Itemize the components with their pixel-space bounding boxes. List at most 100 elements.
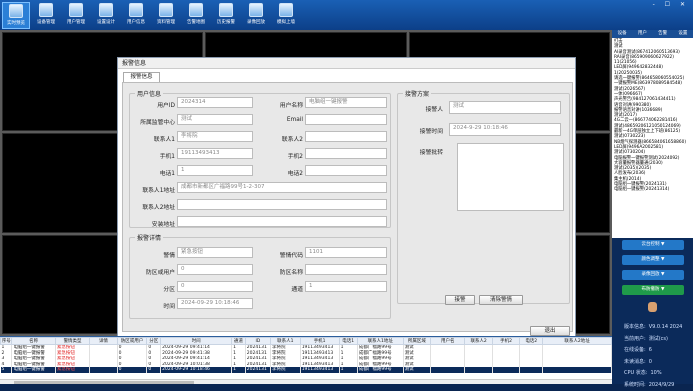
horizontal-scrollbar[interactable] <box>0 379 612 384</box>
user-id-label: 用户ID <box>133 100 175 109</box>
column-header[interactable]: 联系人1 <box>270 338 300 345</box>
tab-device[interactable]: 设备 <box>612 30 632 38</box>
center-label: 所属监管中心 <box>125 117 175 126</box>
toolbar-item-5[interactable]: 资料管理 <box>152 2 180 29</box>
sysinfo-label: 系统时间: <box>624 382 646 388</box>
column-header[interactable]: 联系人1地址 <box>357 338 403 345</box>
sysinfo-label: 未读消息: <box>624 359 646 365</box>
tab-alarm-info[interactable]: 报警信息 <box>123 72 160 82</box>
zone-name-field[interactable] <box>305 264 387 275</box>
toolbar-item-label: 用户信息 <box>127 20 145 25</box>
phone1-field[interactable]: 1 <box>177 165 253 176</box>
table-cell: 0 <box>147 367 161 373</box>
install-field[interactable] <box>177 216 387 227</box>
column-header[interactable]: 联系人2 <box>465 338 492 345</box>
toolbar-item-2[interactable]: 用户管理 <box>62 2 90 29</box>
addr2-field[interactable] <box>177 199 387 210</box>
column-header[interactable]: 所属区域 <box>403 338 430 345</box>
sysinfo-label: 版本信息: <box>624 324 646 330</box>
toolbar-item-6[interactable]: 告警地图 <box>182 2 210 29</box>
table-cell: 1 <box>232 367 246 373</box>
phone2-field[interactable] <box>305 165 387 176</box>
column-header[interactable]: ID <box>245 338 270 345</box>
handle-time-field[interactable]: 2024-9-29 10:18:46 <box>449 123 561 136</box>
accept-alarm-button[interactable]: 接警 <box>445 295 475 305</box>
column-header[interactable]: 详情 <box>90 338 117 345</box>
mobile2-field[interactable] <box>305 148 387 159</box>
table-cell: 李将院 <box>270 367 300 373</box>
arm-disarm-button[interactable]: 布防撤防 ▼ <box>622 285 684 295</box>
email-field[interactable] <box>305 114 387 125</box>
handler-label: 接警人 <box>407 104 443 113</box>
toolbar-item-8[interactable]: 录像回放 <box>242 2 270 29</box>
install-label: 安装地址 <box>125 219 175 228</box>
partition-field[interactable]: 0 <box>177 281 253 292</box>
toolbar-item-1[interactable]: 设备管理 <box>32 2 60 29</box>
sysinfo-value: 10% <box>650 370 661 376</box>
channel-field[interactable]: 1 <box>305 281 387 292</box>
table-row[interactable]: 5电脑组一键报警紧急按钮002024-09-29 10:18:461202413… <box>1 367 612 373</box>
time-field[interactable]: 2024-09-29 10:18:46 <box>177 298 253 309</box>
contact2-field[interactable] <box>305 131 387 142</box>
toolbar-item-9[interactable]: 模拟上墙 <box>272 2 300 29</box>
alarm-code-field[interactable]: 1101 <box>305 247 387 258</box>
toolbar-item-0[interactable]: 实时预览 <box>2 2 30 29</box>
exit-button[interactable]: 退出 <box>530 326 570 336</box>
time-label: 时间 <box>133 301 175 310</box>
toolbar-item-4[interactable]: 用户信息 <box>122 2 150 29</box>
column-header[interactable]: 手机1 <box>300 338 339 345</box>
toolbar-item-3[interactable]: 设置设计 <box>92 2 120 29</box>
sysinfo-label: 当前用户: <box>624 336 646 342</box>
device-list-item[interactable]: 电脑组一键报警(20241314) <box>614 187 691 192</box>
alarm-table: 序号名称警情类型详情防区或用户分区时间通道ID联系人1手机1电话1联系人1地址所… <box>0 336 612 384</box>
window-controls[interactable]: - ☐ ✕ <box>653 1 689 8</box>
handler-field[interactable]: 测试 <box>449 101 561 114</box>
column-header[interactable]: 电话2 <box>520 338 543 345</box>
table-cell: 2024131 <box>245 367 270 373</box>
center-field[interactable]: 测试 <box>177 114 253 125</box>
contact1-label: 联系人1 <box>133 134 175 143</box>
right-tabs: 设备 用户 告警 设置 <box>612 30 693 38</box>
alarm-code-label: 警情代码 <box>261 250 303 259</box>
sysinfo-row: 版本信息:V9.0.14 2024 <box>624 322 692 334</box>
playback-button[interactable]: 录像回放 ▼ <box>622 270 684 280</box>
column-header[interactable]: 分区 <box>147 338 161 345</box>
column-header[interactable]: 通道 <box>232 338 246 345</box>
mobile1-field[interactable]: 19113493413 <box>177 148 253 159</box>
column-header[interactable]: 名称 <box>12 338 55 345</box>
handle-notes-textarea[interactable] <box>457 143 564 211</box>
device-list[interactable]: 打击测试AI录音测试(867412060513693)RAI录音(8659090… <box>612 38 693 238</box>
channel-label: 通道 <box>261 284 303 293</box>
column-header[interactable]: 序号 <box>1 338 12 345</box>
column-header[interactable]: 时间 <box>161 338 232 345</box>
column-header[interactable]: 联系人2地址 <box>543 338 612 345</box>
alarm-field[interactable]: 紧急按钮 <box>177 247 253 258</box>
color-adjust-button[interactable]: 颜色调整 ▼ <box>622 255 684 265</box>
tab-alarm[interactable]: 告警 <box>653 30 673 38</box>
table-cell <box>90 367 117 373</box>
phone2-label: 电话2 <box>261 168 303 177</box>
user-id-field[interactable]: 2024314 <box>177 97 253 108</box>
column-header[interactable]: 电话1 <box>339 338 357 345</box>
sysinfo-row: 在线设备:6 <box>624 345 692 357</box>
column-header[interactable]: 警情类型 <box>55 338 89 345</box>
tab-settings[interactable]: 设置 <box>673 30 693 38</box>
device-list-item[interactable]: 一键报警ME(863978089584548) <box>614 81 691 86</box>
column-header[interactable]: 防区或用户 <box>117 338 147 345</box>
table-cell: 电脑组一键报警 <box>12 367 55 373</box>
contact1-field[interactable]: 李将院 <box>177 131 253 142</box>
avatar <box>648 302 657 312</box>
zone-user-field[interactable]: 0 <box>177 264 253 275</box>
toolbar-item-label: 设置设计 <box>97 20 115 25</box>
clear-alarm-button[interactable]: 清除警情 <box>479 295 523 305</box>
addr1-field[interactable]: 成都市新都区广福路99号1-2-307 <box>177 182 387 193</box>
user-name-field[interactable]: 电脑组一键报警 <box>305 97 387 108</box>
column-header[interactable]: 用户名 <box>431 338 465 345</box>
sysinfo-value: 6 <box>649 347 652 353</box>
zone-user-label: 防区或用户 <box>125 267 175 276</box>
tab-user[interactable]: 用户 <box>632 30 652 38</box>
column-header[interactable]: 手机2 <box>492 338 519 345</box>
ptz-control-button[interactable]: 云台控制 ▼ <box>622 240 684 250</box>
user-info-title: 用户信息 <box>135 89 163 98</box>
toolbar-item-7[interactable]: 历史报警 <box>212 2 240 29</box>
